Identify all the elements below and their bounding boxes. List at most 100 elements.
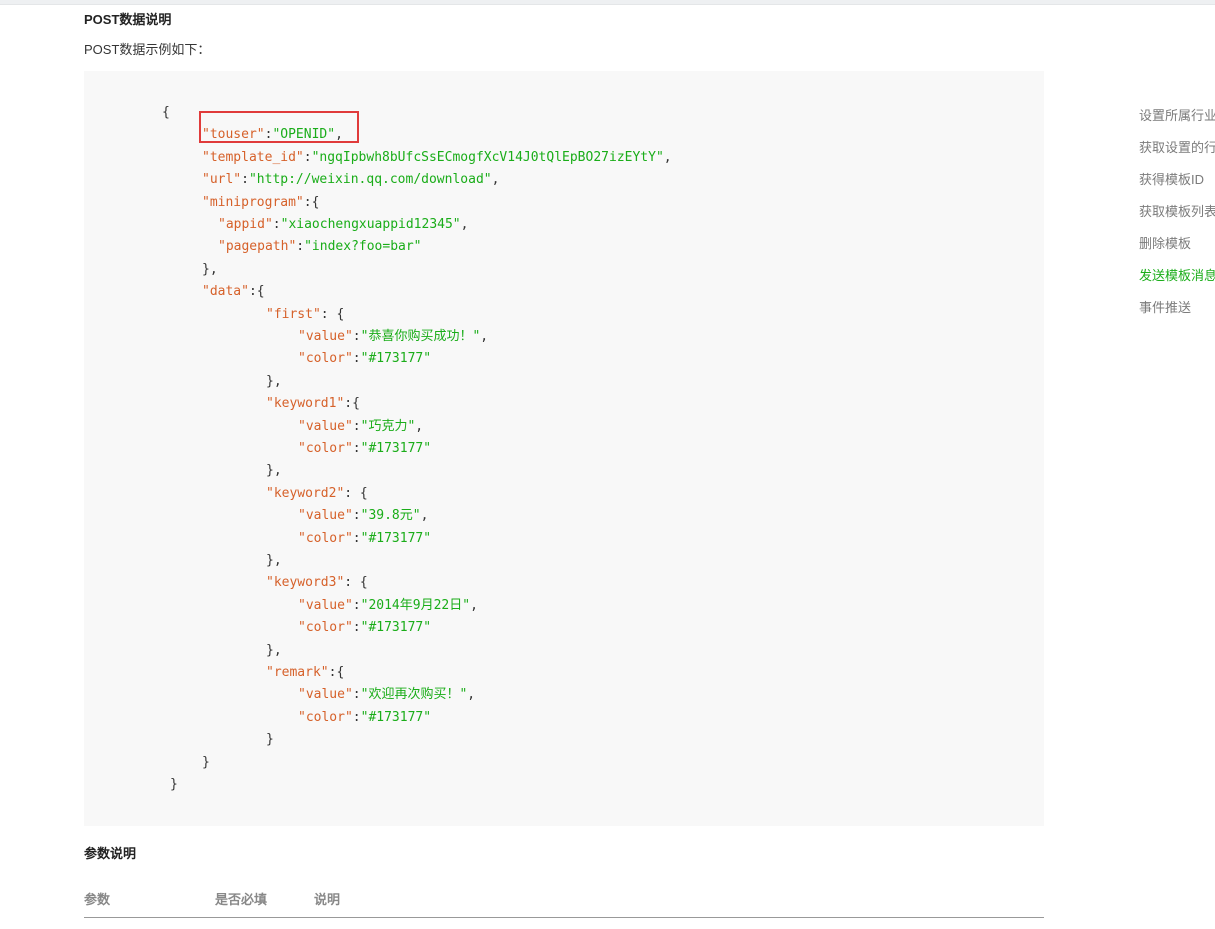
sidenav-item[interactable]: 获取模板列表 bbox=[1139, 196, 1215, 228]
json-punctuation: { bbox=[162, 105, 170, 120]
json-string: "http://weixin.qq.com/download" bbox=[248, 172, 492, 187]
code-line: }, bbox=[266, 552, 282, 570]
code-line: "color":"#173177" bbox=[298, 440, 431, 458]
json-key: "value" bbox=[298, 419, 353, 434]
json-key: "appid" bbox=[218, 217, 273, 232]
json-punctuation: : bbox=[352, 508, 361, 523]
json-punctuation: , bbox=[491, 172, 500, 187]
json-key: "color" bbox=[298, 710, 353, 725]
json-punctuation: : bbox=[352, 531, 361, 546]
json-punctuation: :{ bbox=[303, 195, 320, 210]
json-string: "#173177" bbox=[360, 710, 432, 725]
json-key: "value" bbox=[298, 598, 353, 613]
sidenav-item[interactable]: 发送模板消息 bbox=[1139, 260, 1215, 292]
json-string: "2014年9月22日" bbox=[360, 598, 471, 613]
json-string: "#173177" bbox=[360, 351, 432, 366]
code-line: "keyword3": { bbox=[266, 574, 368, 592]
code-line: "keyword1":{ bbox=[266, 395, 360, 413]
json-punctuation: : bbox=[296, 239, 305, 254]
code-line: "data":{ bbox=[202, 283, 265, 301]
top-divider bbox=[0, 0, 1215, 5]
sidenav-item[interactable]: 获取设置的行业信息 bbox=[1139, 132, 1215, 164]
code-line: }, bbox=[266, 373, 282, 391]
json-punctuation: , bbox=[480, 329, 489, 344]
json-string: "恭喜你购买成功！" bbox=[360, 329, 481, 344]
code-line: }, bbox=[266, 642, 282, 660]
json-punctuation: : bbox=[352, 441, 361, 456]
json-string: "xiaochengxuappid12345" bbox=[280, 217, 461, 232]
json-key: "color" bbox=[298, 620, 353, 635]
json-punctuation: }, bbox=[202, 262, 218, 277]
code-line: "value":"欢迎再次购买！", bbox=[298, 686, 475, 704]
code-line: } bbox=[202, 754, 210, 772]
code-line: "value":"2014年9月22日", bbox=[298, 597, 478, 615]
params-header-param: 参数 bbox=[84, 892, 111, 907]
json-punctuation: , bbox=[663, 150, 672, 165]
json-key: "data" bbox=[202, 284, 249, 299]
json-key: "color" bbox=[298, 531, 353, 546]
json-punctuation: : bbox=[352, 351, 361, 366]
json-string: "欢迎再次购买！" bbox=[360, 687, 468, 702]
json-key: "value" bbox=[298, 329, 353, 344]
json-key: "color" bbox=[298, 351, 353, 366]
json-key: "miniprogram" bbox=[202, 195, 304, 210]
code-line: "miniprogram":{ bbox=[202, 194, 319, 212]
json-key: "value" bbox=[298, 687, 353, 702]
json-punctuation: : bbox=[241, 172, 249, 187]
code-line: "color":"#173177" bbox=[298, 530, 431, 548]
json-punctuation: : bbox=[272, 217, 281, 232]
json-punctuation: } bbox=[170, 777, 178, 792]
params-header-description: 说明 bbox=[314, 892, 341, 907]
json-string: "巧克力" bbox=[360, 419, 416, 434]
json-key: "value" bbox=[298, 508, 353, 523]
json-punctuation: }, bbox=[266, 553, 282, 568]
json-punctuation: : { bbox=[344, 575, 368, 590]
example-intro: POST数据示例如下： bbox=[84, 42, 211, 57]
code-line: "color":"#173177" bbox=[298, 350, 431, 368]
code-line: "pagepath":"index?foo=bar" bbox=[218, 238, 422, 256]
json-punctuation: }, bbox=[266, 463, 282, 478]
code-line: "remark":{ bbox=[266, 664, 344, 682]
code-line: { bbox=[162, 104, 170, 122]
json-punctuation: }, bbox=[266, 374, 282, 389]
code-line: "url":"http://weixin.qq.com/download", bbox=[202, 171, 499, 189]
json-key: "keyword2" bbox=[266, 486, 345, 501]
section-title: POST数据说明 bbox=[84, 12, 172, 27]
code-line: "appid":"xiaochengxuappid12345", bbox=[218, 216, 468, 234]
json-punctuation: , bbox=[420, 508, 429, 523]
code-line: }, bbox=[202, 261, 218, 279]
json-punctuation: : { bbox=[320, 307, 345, 322]
json-punctuation: } bbox=[202, 755, 210, 770]
json-punctuation: }, bbox=[266, 643, 282, 658]
json-key: "template_id" bbox=[202, 150, 304, 165]
json-punctuation: } bbox=[266, 732, 274, 747]
json-key: "remark" bbox=[266, 665, 329, 680]
sidenav-item[interactable]: 事件推送 bbox=[1139, 292, 1215, 324]
json-string: "#173177" bbox=[360, 441, 432, 456]
sidenav-item[interactable]: 删除模板 bbox=[1139, 228, 1215, 260]
params-title: 参数说明 bbox=[84, 846, 137, 861]
json-string: "39.8元" bbox=[360, 508, 421, 523]
json-string: "#173177" bbox=[360, 531, 432, 546]
sidenav-item[interactable]: 获得模板ID bbox=[1139, 164, 1215, 196]
json-punctuation: : bbox=[352, 620, 361, 635]
json-key: "url" bbox=[202, 172, 242, 187]
sidenav-item[interactable]: 设置所属行业 bbox=[1139, 100, 1215, 132]
json-punctuation: , bbox=[470, 598, 478, 613]
json-punctuation: :{ bbox=[344, 396, 360, 411]
json-key: "pagepath" bbox=[218, 239, 297, 254]
code-line: "color":"#173177" bbox=[298, 709, 431, 727]
json-punctuation: , bbox=[460, 217, 469, 232]
json-punctuation: : bbox=[352, 419, 361, 434]
json-punctuation: , bbox=[467, 687, 476, 702]
code-line: "first": { bbox=[266, 306, 344, 324]
json-punctuation: :{ bbox=[328, 665, 345, 680]
code-line: "color":"#173177" bbox=[298, 619, 431, 637]
json-string: "ngqIpbwh8bUfcSsECmogfXcV14J0tQlEpBO27iz… bbox=[311, 150, 664, 165]
json-punctuation: : bbox=[352, 598, 361, 613]
code-line: "value":"恭喜你购买成功！", bbox=[298, 328, 488, 346]
params-table-header: 参数 是否必填 说明 bbox=[84, 876, 1044, 918]
json-string: "#173177" bbox=[360, 620, 432, 635]
page-section-nav: 设置所属行业获取设置的行业信息获得模板ID获取模板列表删除模板发送模板消息事件推… bbox=[1139, 100, 1215, 324]
json-key: "keyword1" bbox=[266, 396, 345, 411]
